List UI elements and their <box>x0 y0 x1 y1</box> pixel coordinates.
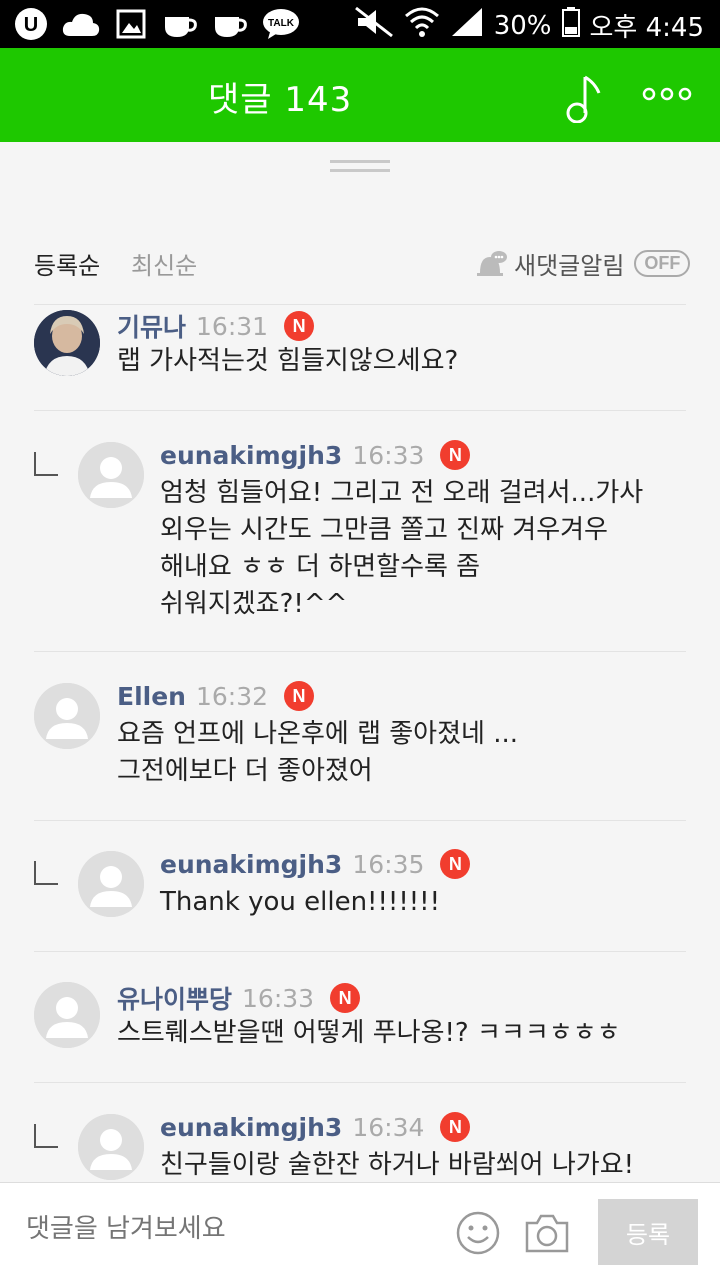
alarm-state-pill: OFF <box>634 250 691 277</box>
battery-percent: 30% <box>493 10 552 41</box>
comment-text: 친구들이랑 술한잔 하거나 바람쐬어 나가요! <box>160 1150 635 1180</box>
comment-text: 엄청 힘들어요! 그리고 전 오래 걸려서...가사 외우는 시간도 그만큼 쫄… <box>160 478 644 619</box>
comment-time: 16:32 <box>195 681 269 711</box>
svg-text:U: U <box>24 14 38 36</box>
avatar[interactable] <box>78 442 144 508</box>
page-title: 댓글 143 <box>208 80 353 120</box>
divider <box>34 410 686 411</box>
music-note-icon[interactable] <box>565 73 605 124</box>
comment-input[interactable] <box>24 1213 428 1245</box>
camera-icon[interactable] <box>523 1211 571 1255</box>
new-badge: N <box>440 849 471 879</box>
comment-author[interactable]: eunakimgjh3 <box>160 1113 342 1142</box>
new-badge: N <box>440 440 471 470</box>
new-badge: N <box>284 311 315 341</box>
clock: 오후 4:45 <box>589 13 705 43</box>
svg-text:TALK: TALK <box>268 18 295 29</box>
comment-time: 16:35 <box>352 849 425 879</box>
avatar[interactable] <box>78 1114 144 1180</box>
reply-indicator-icon <box>34 861 58 885</box>
reply-indicator-icon <box>34 452 58 476</box>
avatar[interactable] <box>34 310 100 376</box>
cup-icon <box>162 6 200 42</box>
divider <box>34 951 686 952</box>
sort-by-latest[interactable]: 최신순 <box>131 246 197 281</box>
comment-author[interactable]: eunakimgjh3 <box>160 441 342 470</box>
comment-time: 16:33 <box>242 983 315 1013</box>
sort-bar: 등록순 최신순 새댓글알림 OFF <box>0 240 720 284</box>
avatar[interactable] <box>34 982 100 1048</box>
wifi-icon <box>404 6 440 45</box>
more-icon[interactable] <box>642 84 692 104</box>
new-badge: N <box>440 1112 471 1142</box>
comment-author[interactable]: 유나이뿌당 <box>117 980 232 1016</box>
image-icon <box>112 6 150 42</box>
comment-time: 16:34 <box>352 1112 425 1142</box>
divider <box>34 820 686 821</box>
drag-handle[interactable] <box>330 160 390 174</box>
submit-button[interactable]: 등록 <box>598 1199 698 1265</box>
signal-icon <box>450 6 484 45</box>
new-comment-alarm-toggle[interactable]: 새댓글알림 OFF <box>474 246 691 281</box>
cup-icon <box>212 6 250 42</box>
status-bar: U TALK 30% 오후 4:45 <box>0 0 720 48</box>
comment-author[interactable]: eunakimgjh3 <box>160 850 342 879</box>
avatar[interactable] <box>78 851 144 917</box>
alarm-label: 새댓글알림 <box>514 252 625 280</box>
comment-author[interactable]: 기뮤나 <box>117 308 186 344</box>
reply-indicator-icon <box>34 1124 58 1148</box>
battery-icon <box>561 7 580 44</box>
u-plus-icon: U <box>12 6 50 42</box>
comment-text: 랩 가사적는것 힘들지않으세요? <box>117 346 459 376</box>
comment-text: 스트뤠스받을땐 어떻게 푸나옹!? ㅋㅋㅋㅎㅎㅎ <box>117 1018 621 1048</box>
divider <box>34 304 686 305</box>
sort-by-registered[interactable]: 등록순 <box>34 246 100 281</box>
bell-icon <box>477 250 507 276</box>
comment-input-bar: 등록 <box>0 1182 720 1281</box>
mute-icon <box>354 6 394 45</box>
comment-author[interactable]: Ellen <box>117 682 186 711</box>
cloud-icon <box>62 6 100 42</box>
talk-icon: TALK <box>262 6 300 42</box>
new-badge: N <box>284 681 315 711</box>
comment-time: 16:31 <box>196 311 269 341</box>
divider <box>34 651 686 652</box>
comment-text: 요즘 언프에 나온후에 랩 좋아졌네 ... 그전에보다 더 좋아졌어 <box>117 719 518 786</box>
avatar[interactable] <box>34 683 100 749</box>
app-bar: 댓글 143 <box>0 48 720 142</box>
comment-text: Thank you ellen!!!!!!! <box>160 887 441 917</box>
new-badge: N <box>330 983 361 1013</box>
comment-time: 16:33 <box>352 440 425 470</box>
divider <box>34 1082 686 1083</box>
emoji-icon[interactable] <box>456 1211 500 1255</box>
